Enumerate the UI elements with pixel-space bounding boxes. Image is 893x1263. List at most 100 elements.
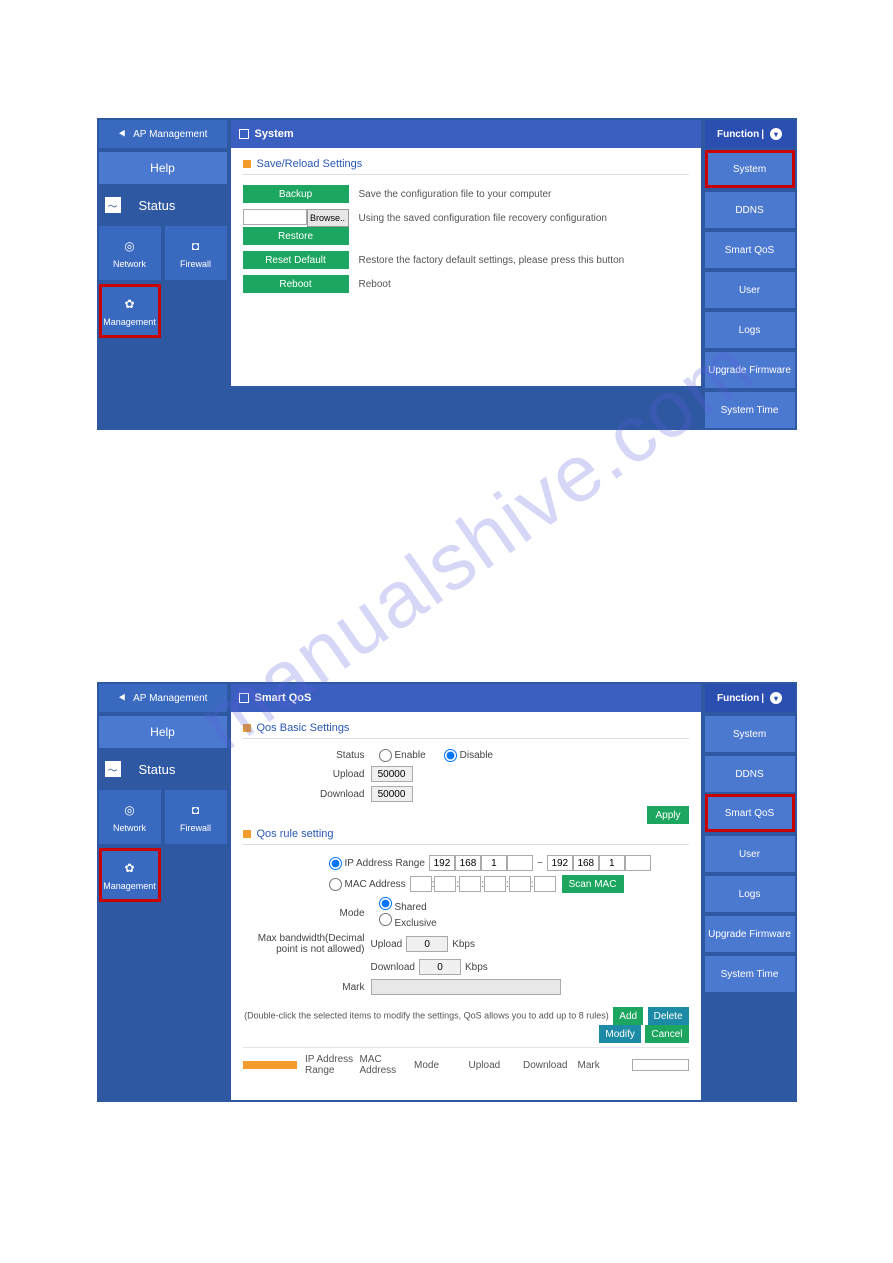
mac-radio[interactable]: [329, 878, 342, 891]
network-icon: ◎: [121, 801, 139, 819]
left-arrow-icon: ⯇: [118, 127, 128, 142]
func-logs[interactable]: Logs: [705, 876, 795, 912]
exclusive-radio[interactable]: [379, 913, 392, 926]
firewall-tile[interactable]: ◘ Firewall: [165, 790, 227, 844]
network-tile[interactable]: ◎ Network: [99, 226, 161, 280]
ip-to-3[interactable]: [599, 855, 625, 871]
left-sidebar: ⯇ AP Management Help 〜 Status ◎ Network …: [99, 120, 227, 428]
ap-management-bar[interactable]: ⯇ AP Management: [99, 120, 227, 148]
rule-hint: (Double-click the selected items to modi…: [244, 1011, 609, 1021]
network-tile[interactable]: ◎ Network: [99, 790, 161, 844]
func-systime[interactable]: System Time: [705, 392, 795, 428]
func-ddns[interactable]: DDNS: [705, 192, 795, 228]
chevron-down-icon: ▾: [770, 128, 782, 140]
ip-from-3[interactable]: [481, 855, 507, 871]
ip-to-2[interactable]: [573, 855, 599, 871]
func-upgrade[interactable]: Upgrade Firmware: [705, 916, 795, 952]
management-tile[interactable]: ✿ Management: [99, 284, 161, 338]
reset-default-button[interactable]: Reset Default: [243, 251, 349, 269]
management-tile[interactable]: ✿ Management: [99, 848, 161, 902]
network-icon: ◎: [121, 237, 139, 255]
header-square-icon: [239, 693, 249, 703]
file-path-input[interactable]: [243, 209, 307, 225]
func-upgrade[interactable]: Upgrade Firmware: [705, 352, 795, 388]
ip-from-4[interactable]: [507, 855, 533, 871]
ip-to-4[interactable]: [625, 855, 651, 871]
download-input[interactable]: [371, 786, 413, 802]
mark-input[interactable]: [371, 979, 561, 995]
func-user[interactable]: User: [705, 836, 795, 872]
restore-button[interactable]: Restore: [243, 227, 349, 245]
status-bar[interactable]: 〜 Status: [99, 752, 227, 786]
ip-range-label: IP Address Range: [345, 858, 425, 869]
backup-button[interactable]: Backup: [243, 185, 349, 203]
func-ddns[interactable]: DDNS: [705, 756, 795, 792]
restore-desc: Using the saved configuration file recov…: [359, 213, 607, 224]
network-label: Network: [113, 823, 146, 833]
add-button[interactable]: Add: [613, 1007, 643, 1025]
shared-label: Shared: [395, 902, 427, 913]
func-system[interactable]: System: [705, 150, 795, 188]
status-bar[interactable]: 〜 Status: [99, 188, 227, 222]
col-mode: Mode: [414, 1060, 469, 1071]
management-label: Management: [103, 317, 156, 327]
func-user[interactable]: User: [705, 272, 795, 308]
disable-radio[interactable]: [444, 749, 457, 762]
ap-management-bar[interactable]: ⯇ AP Management: [99, 684, 227, 712]
mac-6[interactable]: [534, 876, 556, 892]
upload-input[interactable]: [371, 766, 413, 782]
col-mac: MAC Address: [360, 1054, 415, 1076]
mac-1[interactable]: [410, 876, 432, 892]
help-bar[interactable]: Help: [99, 716, 227, 748]
mac-4[interactable]: [484, 876, 506, 892]
screenshot-smartqos: ⯇ AP Management Help 〜 Status ◎ Network …: [97, 682, 797, 1102]
section-qos-basic: Qos Basic Settings: [243, 722, 689, 739]
bw-upload-input[interactable]: [406, 936, 448, 952]
mac-2[interactable]: [434, 876, 456, 892]
firewall-tile[interactable]: ◘ Firewall: [165, 226, 227, 280]
ip-from-1[interactable]: [429, 855, 455, 871]
select-all-checkbox[interactable]: [632, 1059, 689, 1071]
mac-label: MAC Address: [345, 879, 406, 890]
cancel-button[interactable]: Cancel: [645, 1025, 688, 1043]
shared-radio[interactable]: [379, 897, 392, 910]
mac-5[interactable]: [509, 876, 531, 892]
section-qos-rule: Qos rule setting: [243, 828, 689, 845]
header-square-icon: [239, 129, 249, 139]
firewall-icon: ◘: [187, 237, 205, 255]
upload-label: Upload: [243, 769, 371, 780]
delete-button[interactable]: Delete: [648, 1007, 689, 1025]
func-system[interactable]: System: [705, 716, 795, 752]
page-title: System: [255, 128, 294, 140]
section-save-reload: Save/Reload Settings: [243, 158, 689, 175]
reset-desc: Restore the factory default settings, pl…: [359, 255, 625, 266]
ip-to-1[interactable]: [547, 855, 573, 871]
ip-range-radio[interactable]: [329, 857, 342, 870]
browse-button[interactable]: Browse..: [307, 209, 349, 227]
gear-icon: ✿: [121, 295, 139, 313]
ip-from-2[interactable]: [455, 855, 481, 871]
status-label: Status: [139, 762, 176, 777]
func-logs[interactable]: Logs: [705, 312, 795, 348]
func-smartqos[interactable]: Smart QoS: [705, 232, 795, 268]
help-bar[interactable]: Help: [99, 152, 227, 184]
apply-button[interactable]: Apply: [647, 806, 688, 824]
exclusive-label: Exclusive: [395, 918, 437, 929]
modify-button[interactable]: Modify: [599, 1025, 640, 1043]
disable-label: Disable: [460, 750, 493, 761]
firewall-label: Firewall: [180, 823, 211, 833]
function-header[interactable]: Function | ▾: [705, 684, 795, 712]
func-systime[interactable]: System Time: [705, 956, 795, 992]
bw-upload-label: Upload: [371, 939, 403, 950]
col-download: Download: [523, 1060, 578, 1071]
reboot-button[interactable]: Reboot: [243, 275, 349, 293]
rules-table-header: IP Address Range MAC Address Mode Upload…: [243, 1047, 689, 1082]
function-title: Function: [717, 129, 759, 140]
scan-mac-button[interactable]: Scan MAC: [562, 875, 624, 893]
col-mark: Mark: [578, 1060, 633, 1071]
enable-radio[interactable]: [379, 749, 392, 762]
mac-3[interactable]: [459, 876, 481, 892]
func-smartqos[interactable]: Smart QoS: [705, 794, 795, 832]
function-header[interactable]: Function | ▾: [705, 120, 795, 148]
bw-download-input[interactable]: [419, 959, 461, 975]
